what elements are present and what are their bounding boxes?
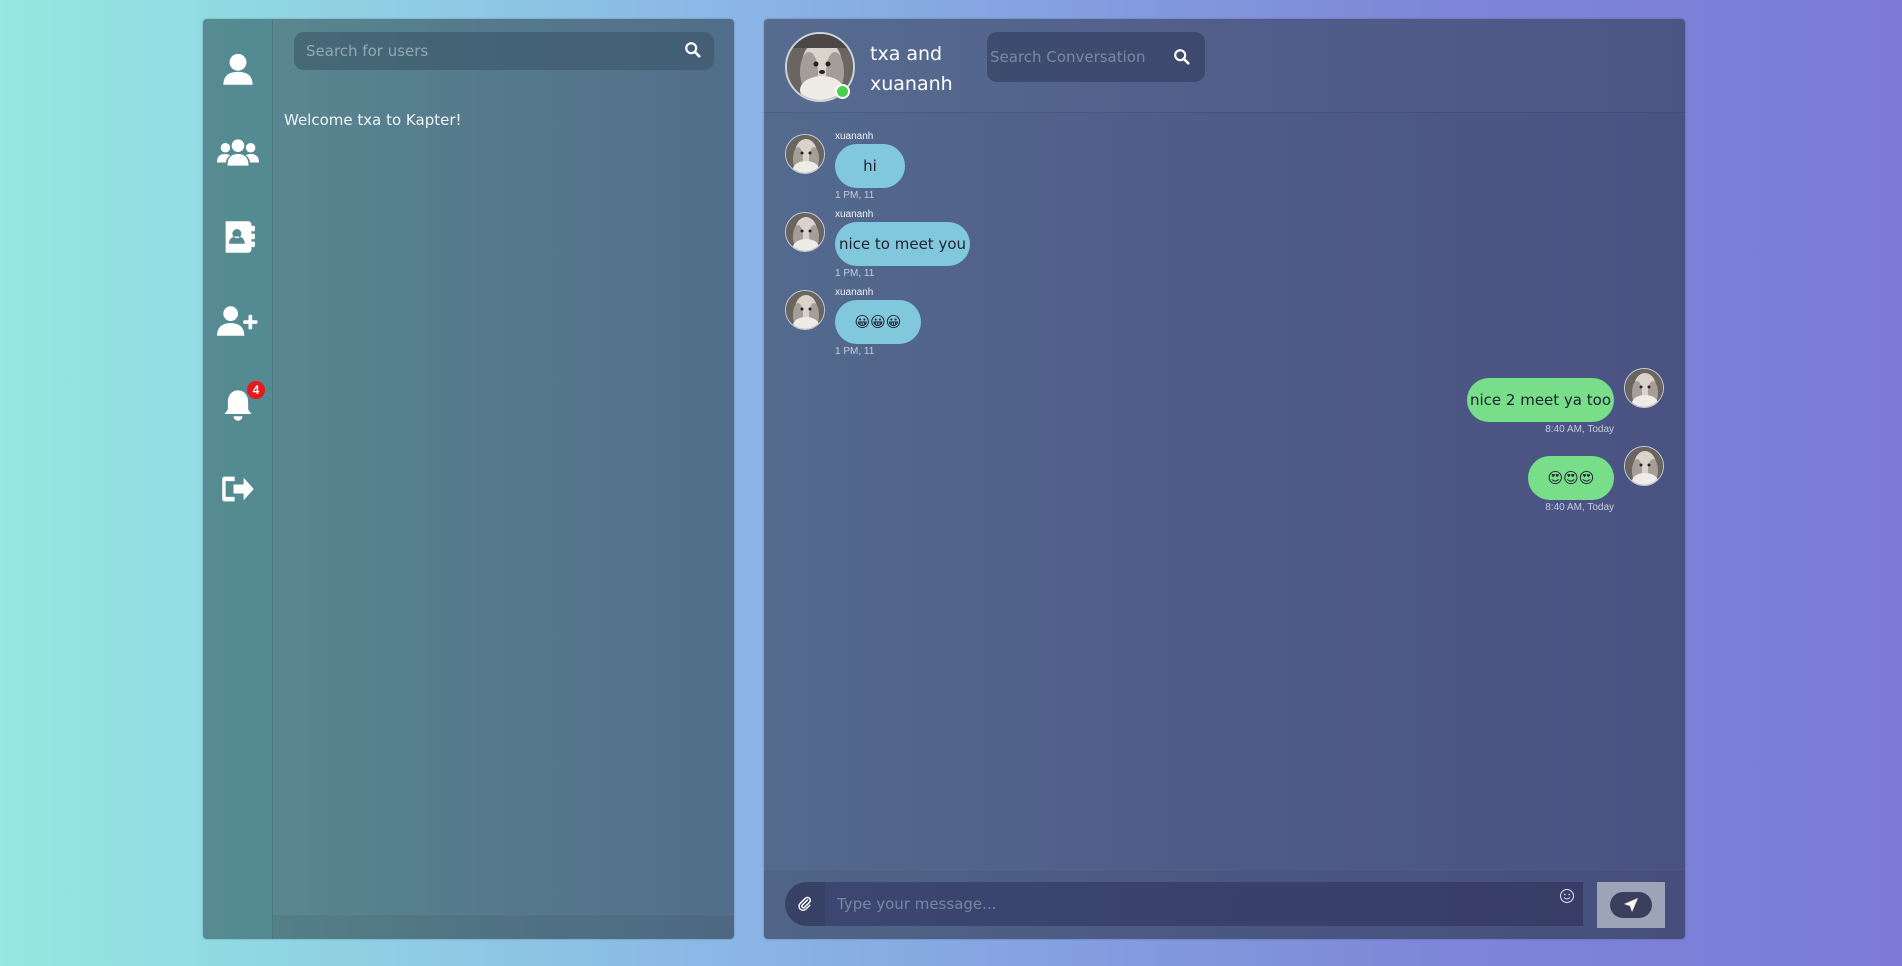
dog-photo <box>1625 369 1663 407</box>
nav-groups-button[interactable] <box>203 123 273 183</box>
message-bubble-incoming[interactable]: nice to meet you <box>835 222 970 266</box>
conversation-search-box <box>987 32 1205 82</box>
sender-avatar[interactable] <box>785 212 825 252</box>
nav-contacts-button[interactable] <box>203 207 273 267</box>
smiley-icon <box>1559 888 1575 904</box>
user-search-box <box>294 32 714 70</box>
sidebar-footer <box>273 914 734 939</box>
message-timestamp: 1 PM, 11 <box>835 268 875 279</box>
attach-file-button[interactable] <box>785 882 825 926</box>
nav-add-friend-button[interactable] <box>203 291 273 351</box>
welcome-message: Welcome txa to Kapter! <box>284 111 462 129</box>
message-bubble-outgoing[interactable]: 😍😍😍 <box>1528 456 1614 500</box>
paperclip-icon <box>798 896 811 912</box>
message-input-wrapper <box>825 882 1583 926</box>
address-book-icon <box>225 221 255 253</box>
conversation-title: txa and xuananh <box>870 43 953 95</box>
send-area <box>1597 882 1665 928</box>
message-timestamp: 8:40 AM, Today <box>1545 502 1614 513</box>
nav-logout-button[interactable] <box>203 459 273 519</box>
nav-notifications-button[interactable]: 4 <box>203 375 273 435</box>
search-icon <box>685 42 701 58</box>
message-input[interactable] <box>825 882 1583 926</box>
message-timestamp: 8:40 AM, Today <box>1545 424 1614 435</box>
dog-photo <box>786 213 824 251</box>
send-button[interactable] <box>1610 892 1652 918</box>
paper-plane-icon <box>1624 898 1638 912</box>
search-icon <box>1174 49 1190 65</box>
message-timestamp: 1 PM, 11 <box>835 190 875 201</box>
user-plus-icon <box>217 306 258 336</box>
sender-name: xuananh <box>835 287 874 298</box>
dog-photo <box>1625 447 1663 485</box>
sender-avatar[interactable] <box>785 290 825 330</box>
sender-avatar[interactable] <box>785 134 825 174</box>
nav-profile-button[interactable] <box>203 39 273 99</box>
message-composer <box>764 869 1685 939</box>
chat-header: txa and xuananh <box>764 19 1685 113</box>
own-avatar[interactable] <box>1624 368 1664 408</box>
user-search-button[interactable] <box>684 41 704 61</box>
notification-count-badge: 4 <box>247 381 265 399</box>
message-bubble-incoming[interactable]: hi <box>835 144 905 188</box>
sender-name: xuananh <box>835 209 874 220</box>
emoji-picker-button[interactable] <box>1559 888 1575 904</box>
conversation-search-button[interactable] <box>1173 48 1193 68</box>
nav-rail: 4 <box>203 19 273 939</box>
dog-photo <box>786 135 824 173</box>
user-search-input[interactable] <box>294 32 714 70</box>
message-bubble-outgoing[interactable]: nice 2 meet ya too <box>1467 378 1614 422</box>
message-timestamp: 1 PM, 11 <box>835 346 875 357</box>
user-icon <box>223 53 253 85</box>
dog-photo <box>786 291 824 329</box>
sign-out-icon <box>222 476 254 502</box>
online-status-indicator <box>835 84 850 99</box>
users-icon <box>217 139 259 166</box>
sender-name: xuananh <box>835 131 874 142</box>
chat-panel: txa and xuananh xuananh hi 1 PM, 11 <box>764 19 1685 939</box>
message-bubble-incoming[interactable]: 😀😀😀 <box>835 300 921 344</box>
own-avatar[interactable] <box>1624 446 1664 486</box>
sidebar-panel: 4 Welcome txa to Kapter! <box>203 19 734 939</box>
